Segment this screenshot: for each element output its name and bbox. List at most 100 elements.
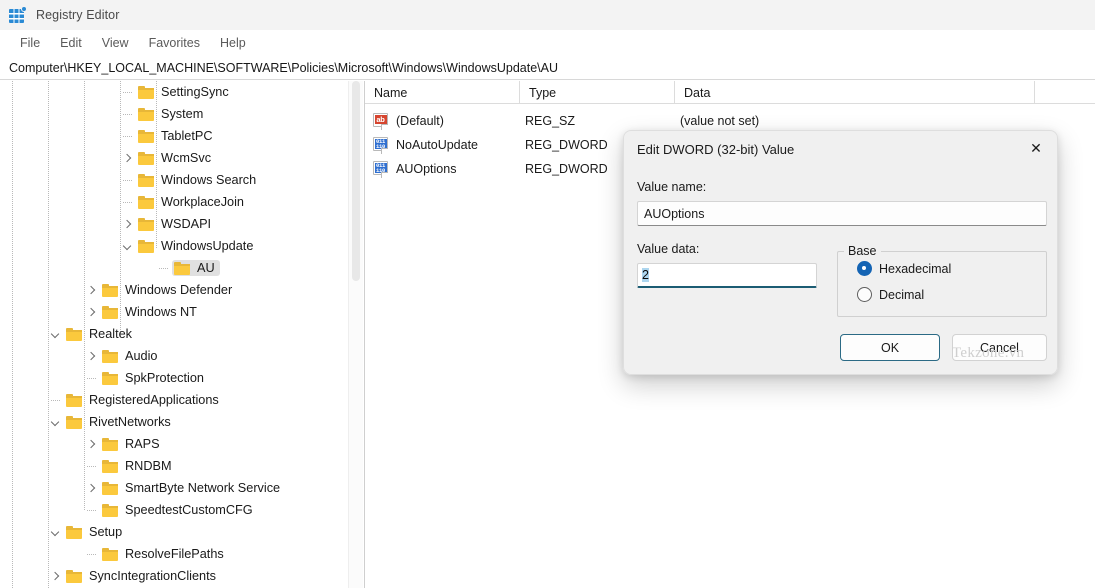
- tree-item-content[interactable]: Audio: [100, 348, 162, 364]
- tree-item-tabletpc[interactable]: TabletPC: [0, 125, 348, 147]
- value-type-cell: REG_DWORD: [525, 138, 608, 152]
- chevron-down-icon[interactable]: [48, 414, 64, 430]
- tree-item-content[interactable]: WSDAPI: [136, 216, 216, 232]
- tree-item-content[interactable]: Windows Search: [136, 172, 261, 188]
- chevron-down-icon[interactable]: [48, 524, 64, 540]
- radio-hexadecimal[interactable]: Hexadecimal: [857, 261, 951, 276]
- tree-item-windows-nt[interactable]: Windows NT: [0, 301, 348, 323]
- tree-spacer: [84, 370, 100, 386]
- tree-item-registeredapplications[interactable]: RegisteredApplications: [0, 389, 348, 411]
- tree-item-content[interactable]: RAPS: [100, 436, 165, 452]
- column-header-name[interactable]: Name: [365, 81, 520, 104]
- radio-decimal-indicator[interactable]: [857, 287, 872, 302]
- tree-item-spkprotection[interactable]: SpkProtection: [0, 367, 348, 389]
- tree-item-audio[interactable]: Audio: [0, 345, 348, 367]
- menu-item-view[interactable]: View: [92, 33, 139, 53]
- tree-item-windowsupdate[interactable]: WindowsUpdate: [0, 235, 348, 257]
- column-header-type[interactable]: Type: [520, 81, 675, 104]
- address-bar[interactable]: Computer\HKEY_LOCAL_MACHINE\SOFTWARE\Pol…: [0, 56, 1095, 80]
- tree-item-smartbyte-network-service[interactable]: SmartByte Network Service: [0, 477, 348, 499]
- tree-item-content[interactable]: System: [136, 106, 208, 122]
- column-header-data[interactable]: Data: [675, 81, 1035, 104]
- tree-item-syncintegrationclients[interactable]: SyncIntegrationClients: [0, 565, 348, 587]
- chevron-down-icon[interactable]: [48, 326, 64, 342]
- radio-hexadecimal-indicator[interactable]: [857, 261, 872, 276]
- value-data-input[interactable]: 2: [637, 263, 817, 288]
- list-column-header: Name Type Data: [365, 81, 1095, 104]
- tree-spacer: [120, 172, 136, 188]
- tree-item-content[interactable]: WorkplaceJoin: [136, 194, 249, 210]
- tree-scrollbar-thumb[interactable]: [352, 81, 360, 281]
- tree-item-content[interactable]: Windows NT: [100, 304, 202, 320]
- tree-item-wcmsvc[interactable]: WcmSvc: [0, 147, 348, 169]
- chevron-right-icon[interactable]: [120, 216, 136, 232]
- tree-item-setup[interactable]: Setup: [0, 521, 348, 543]
- menu-item-edit[interactable]: Edit: [50, 33, 92, 53]
- tree-item-rndbm[interactable]: RNDBM: [0, 455, 348, 477]
- tree-scrollbar[interactable]: [348, 81, 363, 588]
- tree-item-content[interactable]: RegisteredApplications: [64, 392, 224, 408]
- tree-item-label: Windows Defender: [125, 284, 232, 297]
- chevron-right-icon[interactable]: [120, 150, 136, 166]
- registry-editor-icon: [9, 6, 27, 24]
- chevron-right-icon[interactable]: [84, 436, 100, 452]
- tree-item-content[interactable]: SmartByte Network Service: [100, 480, 285, 496]
- tree-spacer: [120, 128, 136, 144]
- chevron-right-icon[interactable]: [48, 568, 64, 584]
- menu-item-file[interactable]: File: [10, 33, 50, 53]
- tree-item-rivetnetworks[interactable]: RivetNetworks: [0, 411, 348, 433]
- folder-icon: [102, 305, 119, 319]
- tree-item-au[interactable]: AU: [0, 257, 348, 279]
- tree-item-label: WcmSvc: [161, 152, 211, 165]
- tree-item-raps[interactable]: RAPS: [0, 433, 348, 455]
- folder-icon: [138, 107, 155, 121]
- tree-item-content[interactable]: WcmSvc: [136, 150, 216, 166]
- tree-spacer: [84, 458, 100, 474]
- tree-item-content[interactable]: Setup: [64, 524, 127, 540]
- tree-item-workplacejoin[interactable]: WorkplaceJoin: [0, 191, 348, 213]
- tree-item-content[interactable]: SpkProtection: [100, 370, 209, 386]
- dword-value-icon: 011110: [373, 161, 390, 177]
- tree-item-label: RivetNetworks: [89, 416, 171, 429]
- tree-item-windows-search[interactable]: Windows Search: [0, 169, 348, 191]
- chevron-right-icon[interactable]: [84, 282, 100, 298]
- menu-item-favorites[interactable]: Favorites: [139, 33, 210, 53]
- tree-item-label: SpeedtestCustomCFG: [125, 504, 253, 517]
- tree-item-speedtestcustomcfg[interactable]: SpeedtestCustomCFG: [0, 499, 348, 521]
- folder-icon: [102, 437, 119, 451]
- tree-item-content[interactable]: SpeedtestCustomCFG: [100, 502, 258, 518]
- tree-item-system[interactable]: System: [0, 103, 348, 125]
- radio-decimal-label: Decimal: [879, 288, 924, 302]
- tree-item-windows-defender[interactable]: Windows Defender: [0, 279, 348, 301]
- cancel-button[interactable]: Cancel: [952, 334, 1047, 361]
- tree-item-content[interactable]: RivetNetworks: [64, 414, 176, 430]
- registry-tree-pane[interactable]: SettingSync System TabletPC WcmSvc Windows S…: [0, 81, 348, 588]
- chevron-right-icon[interactable]: [84, 348, 100, 364]
- tree-item-content[interactable]: TabletPC: [136, 128, 217, 144]
- tree-item-content[interactable]: Windows Defender: [100, 282, 237, 298]
- ok-button[interactable]: OK: [840, 334, 940, 361]
- tree-item-content[interactable]: SettingSync: [136, 84, 234, 100]
- tree-item-content[interactable]: Realtek: [64, 326, 137, 342]
- menu-item-help[interactable]: Help: [210, 33, 256, 53]
- tree-item-wsdapi[interactable]: WSDAPI: [0, 213, 348, 235]
- tree-item-content[interactable]: ResolveFilePaths: [100, 546, 229, 562]
- tree-item-content[interactable]: WindowsUpdate: [136, 238, 258, 254]
- value-name-input[interactable]: AUOptions: [637, 201, 1047, 226]
- chevron-right-icon[interactable]: [84, 480, 100, 496]
- tree-item-content[interactable]: RNDBM: [100, 458, 177, 474]
- tree-item-resolvefilepaths[interactable]: ResolveFilePaths: [0, 543, 348, 565]
- tree-spacer: [120, 84, 136, 100]
- chevron-right-icon[interactable]: [84, 304, 100, 320]
- tree-item-content[interactable]: AU: [172, 260, 220, 276]
- tree-item-label: SettingSync: [161, 86, 229, 99]
- tree-item-realtek[interactable]: Realtek: [0, 323, 348, 345]
- close-icon[interactable]: ✕: [1013, 131, 1058, 165]
- tree-item-label: WSDAPI: [161, 218, 211, 231]
- tree-item-settingsync[interactable]: SettingSync: [0, 81, 348, 103]
- tree-item-content[interactable]: SyncIntegrationClients: [64, 568, 221, 584]
- tree-item-label: SmartByte Network Service: [125, 482, 280, 495]
- radio-decimal[interactable]: Decimal: [857, 287, 924, 302]
- tree-item-label: WorkplaceJoin: [161, 196, 244, 209]
- chevron-down-icon[interactable]: [120, 238, 136, 254]
